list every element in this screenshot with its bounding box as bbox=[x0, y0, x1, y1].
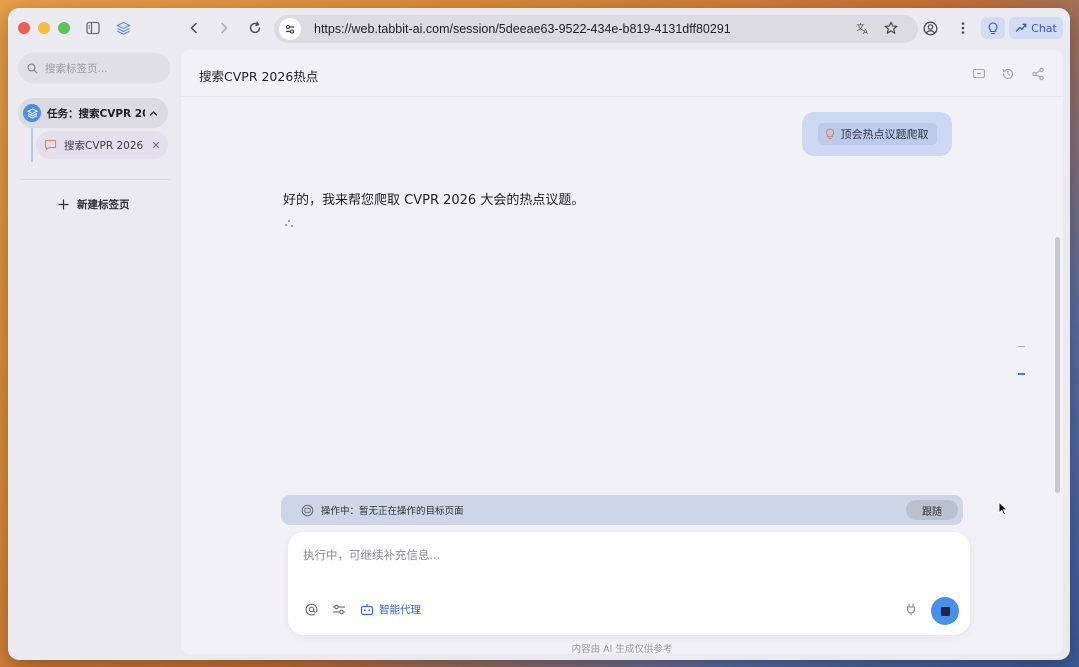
site-settings-icon[interactable] bbox=[279, 18, 301, 40]
sidebar-toggle-icon[interactable] bbox=[84, 19, 102, 37]
operation-status-bar: 操作中：暂无正在操作的目标页面 跟随 bbox=[281, 495, 963, 525]
stop-generation-button[interactable] bbox=[931, 597, 959, 625]
message-nav-marker[interactable] bbox=[1018, 346, 1025, 347]
task-group-item[interactable]: 任务：搜索CVPR 2026 bbox=[18, 98, 168, 128]
svg-text:A: A bbox=[863, 28, 868, 35]
search-icon bbox=[27, 62, 38, 74]
sidebar-divider bbox=[20, 179, 170, 180]
chevron-up-icon[interactable] bbox=[149, 109, 158, 118]
title-bar: https://web.tabbit-ai.com/session/5deeae… bbox=[8, 8, 1070, 50]
url-text[interactable]: https://web.tabbit-ai.com/session/5deeae… bbox=[314, 22, 731, 36]
bookmark-star-icon[interactable] bbox=[882, 19, 900, 37]
plus-icon bbox=[58, 198, 69, 210]
lightbulb-icon[interactable] bbox=[981, 17, 1005, 39]
lightbulb-icon bbox=[825, 128, 835, 140]
reload-icon[interactable] bbox=[246, 19, 264, 37]
close-tab-icon[interactable] bbox=[152, 141, 160, 149]
follow-button[interactable]: 跟随 bbox=[906, 500, 958, 520]
translate-icon[interactable]: 文A bbox=[854, 19, 872, 37]
plug-icon[interactable] bbox=[905, 603, 919, 617]
tab-search-input[interactable]: 搜索标签页... bbox=[18, 53, 170, 83]
chat-panel: 搜索CVPR 2026热点 顶会热点议题爬取 好的，我来帮您爬取 CVPR 20… bbox=[181, 50, 1063, 654]
task-layers-icon bbox=[23, 104, 41, 122]
smart-agent-toggle[interactable]: 智能代理 bbox=[360, 602, 421, 617]
assistant-reply: 好的，我来帮您爬取 CVPR 2026 大会的热点议题。 bbox=[283, 193, 585, 208]
history-icon[interactable] bbox=[1001, 67, 1015, 81]
sidebar-tab-label: 搜索CVPR 2026 bbox=[64, 139, 144, 152]
scrollbar[interactable] bbox=[1055, 237, 1060, 493]
task-group-label: 任务：搜索CVPR 2026 bbox=[47, 107, 145, 120]
smart-agent-label: 智能代理 bbox=[379, 604, 421, 616]
new-chat-icon[interactable] bbox=[972, 67, 986, 81]
message-nav-marker-active[interactable] bbox=[1018, 373, 1025, 375]
robot-icon bbox=[360, 603, 374, 616]
page-title: 搜索CVPR 2026热点 bbox=[199, 69, 319, 84]
message-input[interactable] bbox=[303, 544, 903, 566]
operation-status-text: 操作中：暂无正在操作的目标页面 bbox=[321, 506, 464, 517]
tree-connector bbox=[31, 128, 33, 162]
mention-icon[interactable] bbox=[305, 603, 319, 617]
sidebar: 搜索标签页... 任务：搜索CVPR 2026 搜索CVPR 2026 bbox=[8, 50, 180, 660]
chat-button-label: Chat bbox=[1031, 21, 1057, 35]
user-message-bubble: 顶会热点议题爬取 bbox=[802, 112, 952, 156]
loading-indicator bbox=[285, 218, 293, 228]
layers-icon[interactable] bbox=[114, 19, 132, 37]
new-tab-button[interactable]: 新建标签页 bbox=[58, 195, 130, 213]
forward-icon[interactable] bbox=[215, 19, 233, 37]
user-message-text: 顶会热点议题爬取 bbox=[840, 128, 929, 141]
more-menu-icon[interactable] bbox=[954, 19, 972, 37]
profile-icon[interactable] bbox=[921, 19, 939, 37]
user-message-chip[interactable]: 顶会热点议题爬取 bbox=[817, 123, 937, 145]
settings-sliders-icon[interactable] bbox=[332, 603, 346, 617]
stop-icon bbox=[940, 606, 950, 616]
address-bar[interactable]: https://web.tabbit-ai.com/session/5deeae… bbox=[274, 15, 918, 43]
minimize-window-button[interactable] bbox=[38, 22, 50, 34]
back-icon[interactable] bbox=[185, 19, 203, 37]
message-composer: 智能代理 bbox=[288, 532, 970, 635]
chat-header: 搜索CVPR 2026热点 bbox=[181, 50, 1063, 97]
new-tab-label: 新建标签页 bbox=[77, 198, 130, 211]
sidebar-tab-item[interactable]: 搜索CVPR 2026 bbox=[36, 131, 168, 159]
tab-search-placeholder: 搜索标签页... bbox=[45, 62, 108, 75]
chat-button[interactable]: Chat bbox=[1009, 17, 1063, 39]
browser-window: https://web.tabbit-ai.com/session/5deeae… bbox=[8, 8, 1070, 660]
share-icon[interactable] bbox=[1031, 67, 1045, 81]
maximize-window-button[interactable] bbox=[58, 22, 70, 34]
operation-status-icon bbox=[301, 504, 314, 517]
chat-tab-icon bbox=[44, 139, 57, 151]
sparkle-icon bbox=[1015, 23, 1027, 32]
mouse-cursor-icon bbox=[998, 501, 1008, 516]
ai-disclaimer: 内容由 AI 生成仅供参考 bbox=[571, 644, 673, 654]
close-window-button[interactable] bbox=[18, 22, 30, 34]
